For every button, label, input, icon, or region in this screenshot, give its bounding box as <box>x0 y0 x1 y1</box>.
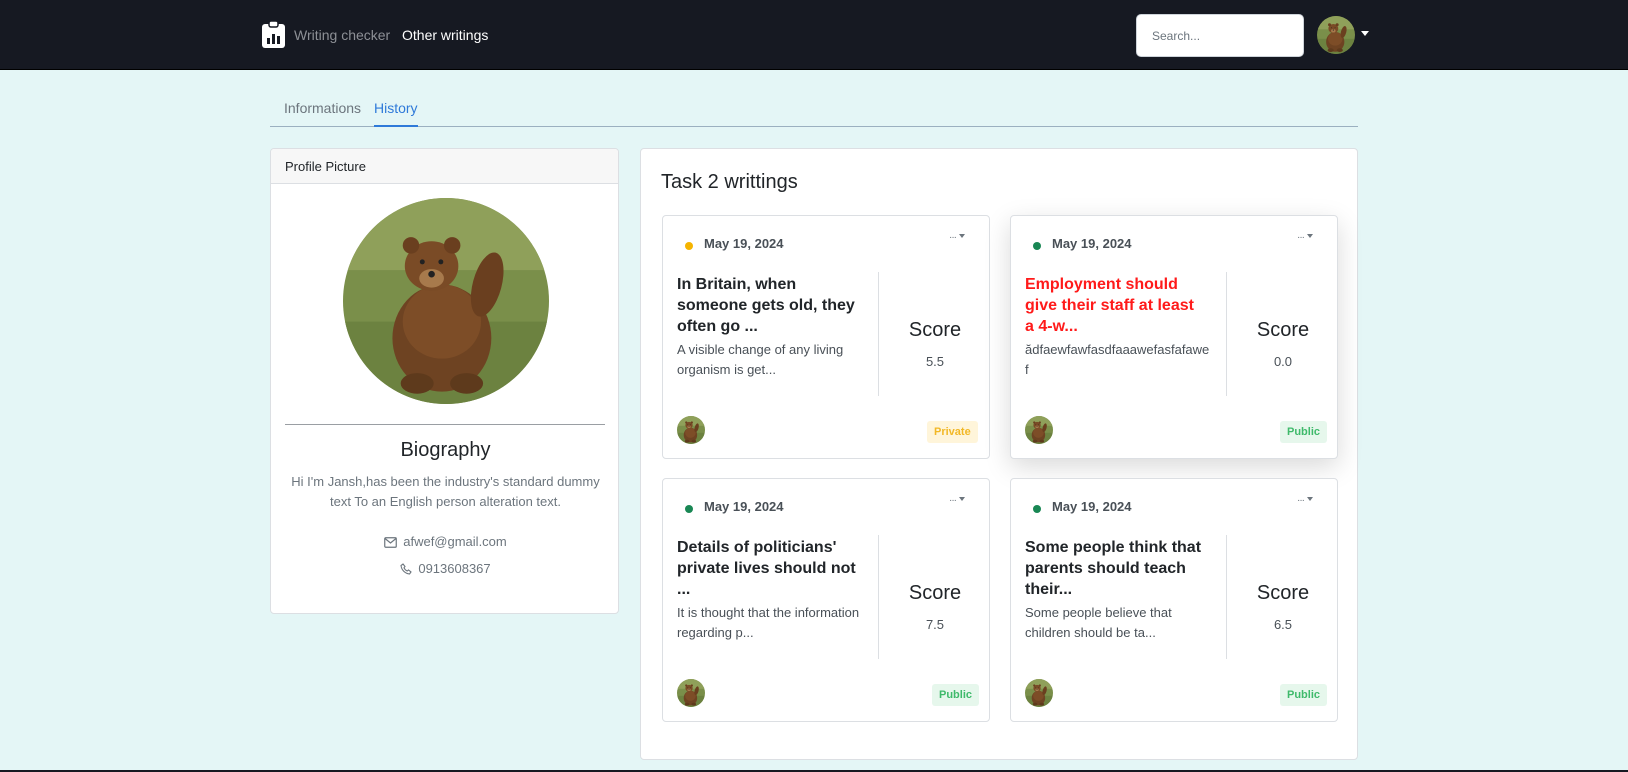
chevron-down-icon <box>959 234 965 238</box>
search-input[interactable] <box>1136 14 1304 57</box>
visibility-badge: Public <box>1280 421 1328 443</box>
author-avatar[interactable] <box>1025 416 1053 444</box>
writing-date: May 19, 2024 <box>1052 499 1132 514</box>
writing-card[interactable]: May 19, 2024 ··· Details of politicians'… <box>662 478 990 722</box>
writing-card[interactable]: May 19, 2024 ··· Employment should give … <box>1010 215 1338 459</box>
clipboard-chart-icon[interactable] <box>261 21 286 49</box>
profile-picture <box>343 198 549 404</box>
score-value: 6.5 <box>1273 617 1293 632</box>
caret-down-icon[interactable] <box>1361 31 1369 36</box>
author-avatar[interactable] <box>677 679 705 707</box>
bear-avatar-image <box>1025 679 1053 707</box>
bear-avatar-image <box>1317 16 1355 54</box>
status-dot <box>1033 505 1041 513</box>
writing-snippet: Some people believe that children should… <box>1025 605 1172 640</box>
chevron-down-icon <box>1307 234 1313 238</box>
contact-phone: 0913608367 <box>271 561 618 576</box>
writing-date: May 19, 2024 <box>1052 236 1132 251</box>
user-avatar[interactable] <box>1317 16 1355 54</box>
tab-history[interactable]: History <box>374 100 418 127</box>
writing-title[interactable]: Employment should give their staff at le… <box>1025 274 1205 337</box>
tab-informations[interactable]: Informations <box>284 100 361 127</box>
nav-link-other-writings[interactable]: Other writings <box>402 27 488 43</box>
visibility-badge: Private <box>927 421 978 443</box>
task-writings-panel: Task 2 writtings May 19, 2024 ··· In Bri… <box>640 148 1358 760</box>
writing-title[interactable]: Details of politicians' private lives sh… <box>677 537 857 600</box>
score-value: 7.5 <box>925 617 945 632</box>
profile-tabs: Informations History <box>270 100 1358 127</box>
writing-title[interactable]: In Britain, when someone gets old, they … <box>677 274 857 337</box>
score-label: Score <box>908 582 962 604</box>
bear-avatar-image <box>1025 416 1053 444</box>
score-label: Score <box>1256 582 1310 604</box>
visibility-badge: Public <box>1280 684 1328 706</box>
score-value: 0.0 <box>1273 354 1293 369</box>
card-menu-dropdown[interactable]: ··· <box>949 495 965 506</box>
divider <box>285 424 605 425</box>
biography-title: Biography <box>400 439 491 461</box>
score-value: 5.5 <box>925 354 945 369</box>
score-label: Score <box>1256 319 1310 341</box>
bear-profile-image <box>343 198 549 404</box>
card-menu-dropdown[interactable]: ··· <box>949 232 965 243</box>
profile-card-header: Profile Picture <box>271 149 618 184</box>
writing-snippet: It is thought that the information regar… <box>677 605 860 640</box>
author-avatar[interactable] <box>677 416 705 444</box>
email-text: afwef@gmail.com <box>403 534 507 549</box>
status-dot <box>1033 242 1041 250</box>
bear-avatar-image <box>677 679 705 707</box>
writing-title[interactable]: Some people think that parents should te… <box>1025 537 1205 600</box>
top-navbar: Writing checker Other writings <box>0 0 1628 70</box>
status-dot <box>685 242 693 250</box>
phone-text: 0913608367 <box>418 561 491 576</box>
bear-avatar-image <box>677 416 705 444</box>
visibility-badge: Public <box>932 684 980 706</box>
writing-card[interactable]: May 19, 2024 ··· In Britain, when someon… <box>662 215 990 459</box>
writing-snippet: ădfaewfawfasdfaaawefasfafawef <box>1025 342 1210 377</box>
task-title: Task 2 writtings <box>661 171 798 193</box>
author-avatar[interactable] <box>1025 679 1053 707</box>
writing-snippet: A visible change of any living organism … <box>677 342 844 377</box>
status-dot <box>685 505 693 513</box>
contact-email: afwef@gmail.com <box>271 534 618 549</box>
chevron-down-icon <box>1307 497 1313 501</box>
score-label: Score <box>908 319 962 341</box>
card-menu-dropdown[interactable]: ··· <box>1297 495 1313 506</box>
card-menu-dropdown[interactable]: ··· <box>1297 232 1313 243</box>
profile-card: Profile Picture Biography Hi I'm Jansh,h… <box>270 148 619 614</box>
writing-date: May 19, 2024 <box>704 499 784 514</box>
brand-name[interactable]: Writing checker <box>294 27 390 43</box>
biography-text: Hi I'm Jansh,has been the industry's sta… <box>291 474 600 509</box>
phone-icon <box>400 563 413 575</box>
chevron-down-icon <box>959 497 965 501</box>
writing-date: May 19, 2024 <box>704 236 784 251</box>
envelope-icon <box>384 537 398 548</box>
writing-card[interactable]: May 19, 2024 ··· Some people think that … <box>1010 478 1338 722</box>
